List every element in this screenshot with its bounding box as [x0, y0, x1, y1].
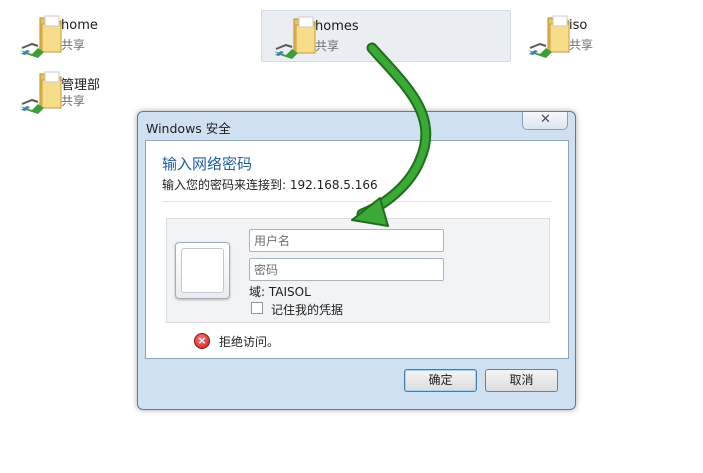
dialog-title: Windows 安全 [146, 121, 231, 136]
domain-label: 域: TAISOL [249, 285, 311, 299]
shared-folder-icon [274, 16, 316, 59]
divider [162, 201, 552, 202]
share-name: homes [315, 19, 359, 34]
dialog-content: 输入网络密码 输入您的密码来连接到: 192.168.5.166 域: TAIS… [145, 140, 569, 359]
user-avatar-tile [175, 242, 230, 299]
remember-checkbox[interactable] [251, 302, 263, 314]
share-home[interactable]: home 共享 [8, 10, 178, 62]
dialog-heading: 输入网络密码 [162, 155, 253, 173]
error-text: 拒绝访问。 [219, 335, 280, 349]
share-iso[interactable]: iso 共享 [516, 10, 686, 62]
share-type: 共享 [569, 38, 594, 52]
shared-folder-icon [20, 15, 62, 58]
share-type: 共享 [61, 94, 86, 108]
ok-button[interactable]: 确定 [404, 369, 477, 392]
cancel-button[interactable]: 取消 [485, 369, 558, 392]
share-name: 管理部 [61, 78, 101, 93]
security-dialog: Windows 安全 ✕ 输入网络密码 输入您的密码来连接到: 192.168.… [137, 111, 576, 410]
shared-folder-icon [528, 15, 570, 58]
share-name: home [61, 18, 98, 33]
dialog-subheading: 输入您的密码来连接到: 192.168.5.166 [162, 178, 378, 192]
remember-label: 记住我的凭据 [271, 303, 344, 317]
credential-tile: 域: TAISOL 记住我的凭据 [166, 218, 550, 323]
shared-folder-icon [20, 71, 62, 114]
error-x-icon: × [194, 333, 210, 349]
share-homes[interactable]: homes 共享 [261, 10, 511, 62]
avatar [181, 248, 224, 293]
share-type: 共享 [315, 39, 340, 53]
password-input[interactable] [249, 258, 444, 281]
close-icon: ✕ [540, 112, 551, 127]
close-button[interactable]: ✕ [522, 112, 568, 130]
username-input[interactable] [249, 229, 444, 252]
share-type: 共享 [61, 38, 86, 52]
share-name: iso [569, 18, 588, 33]
